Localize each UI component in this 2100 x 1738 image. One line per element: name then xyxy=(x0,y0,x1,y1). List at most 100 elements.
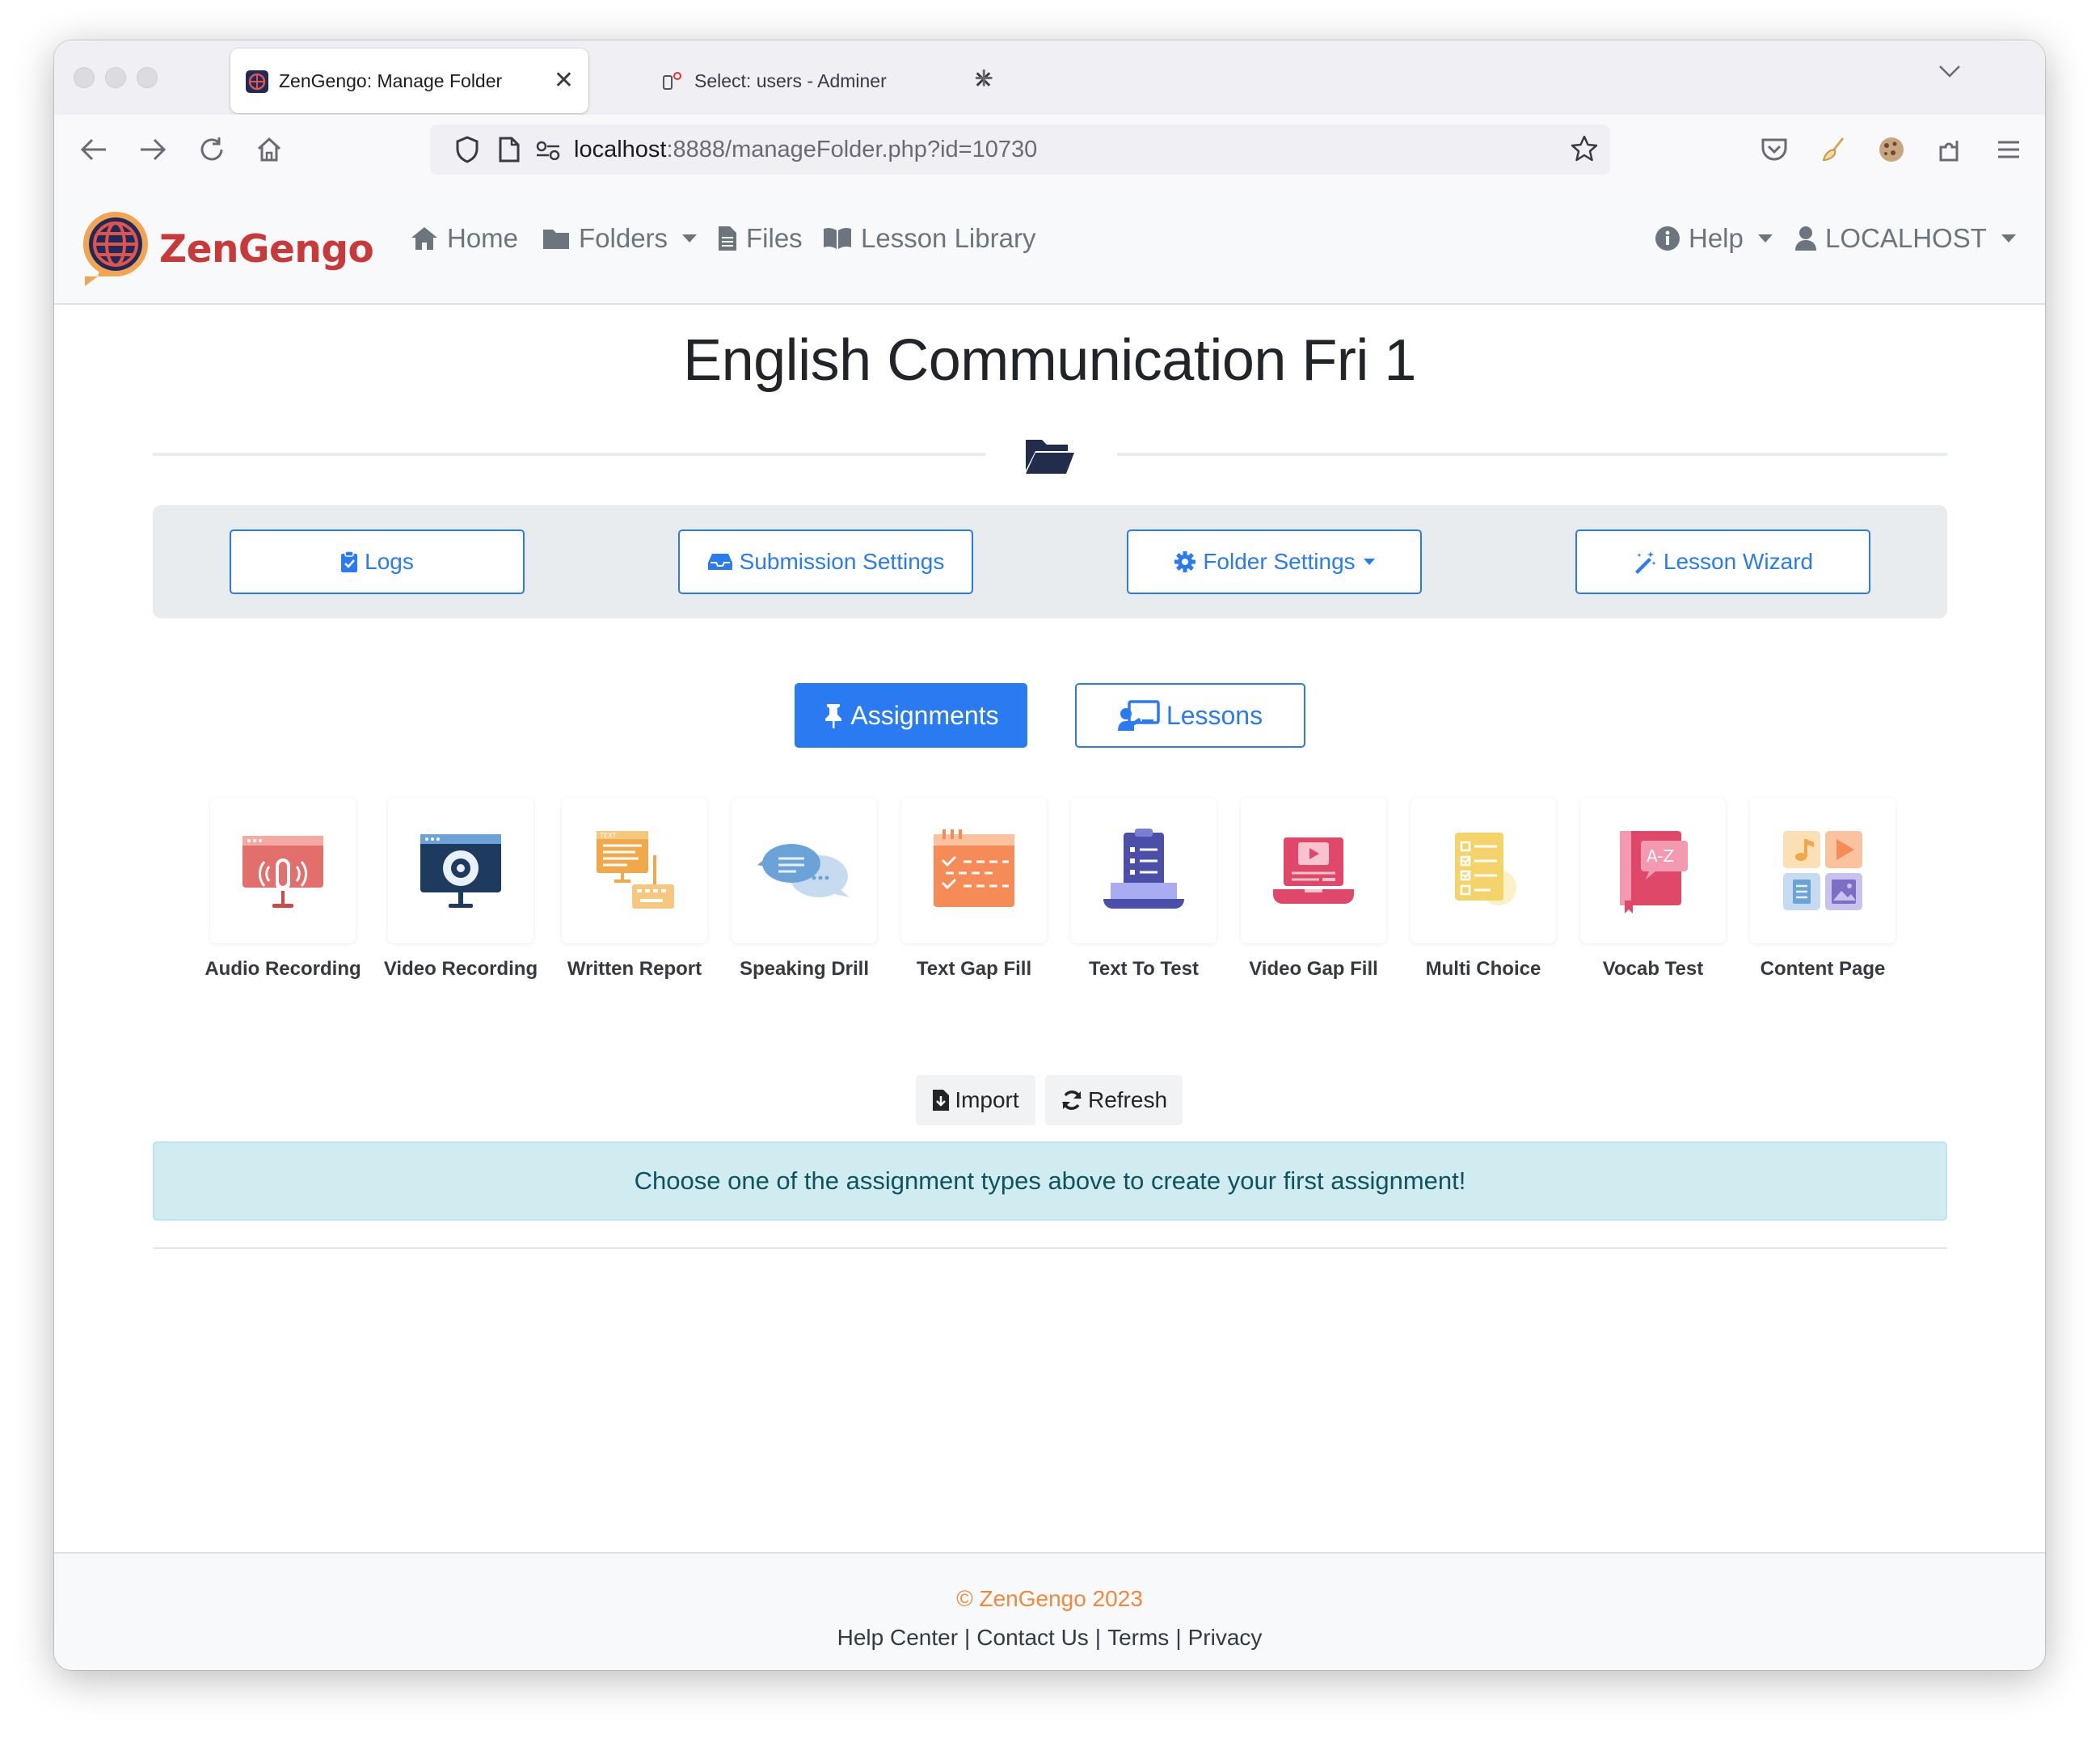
nav-folders[interactable]: Folders xyxy=(542,223,698,254)
caret-down-icon xyxy=(1757,234,1773,243)
nav-lesson-library-label: Lesson Library xyxy=(861,223,1036,253)
folder-actions-panel: Logs Submission Settings Folder Settings… xyxy=(153,505,1947,618)
footer-separator: | xyxy=(1094,1625,1102,1650)
svg-text:TEXT: TEXT xyxy=(599,832,616,839)
clipboard-check-icon xyxy=(341,551,358,572)
content-page-tile[interactable] xyxy=(1750,798,1895,943)
page-icon[interactable] xyxy=(498,136,521,167)
zoom-window-button[interactable] xyxy=(137,67,158,88)
file-icon xyxy=(719,226,736,251)
footer-link-terms[interactable]: Terms xyxy=(1107,1625,1169,1650)
refresh-button[interactable]: Refresh xyxy=(1045,1075,1183,1125)
nav-help-label: Help xyxy=(1689,223,1744,253)
text-gap-fill-tile[interactable] xyxy=(901,798,1047,943)
import-label: Import xyxy=(955,1087,1019,1112)
video-gap-fill-label[interactable]: Video Gap Fill xyxy=(1217,958,1411,981)
menu-icon[interactable] xyxy=(1988,129,2029,170)
extension-broom-icon[interactable] xyxy=(1813,129,1853,170)
chevron-down-icon[interactable] xyxy=(1938,63,1962,83)
new-tab-icon[interactable]: + xyxy=(974,60,994,95)
audio-recording-label[interactable]: Audio Recording xyxy=(186,958,380,981)
home-icon[interactable] xyxy=(249,129,289,170)
nav-folders-label: Folders xyxy=(579,223,668,253)
lessons-tab-button[interactable]: Lessons xyxy=(1075,683,1305,748)
url-host: localhost xyxy=(574,137,667,162)
assignments-tab-button[interactable]: Assignments xyxy=(795,683,1027,748)
lesson-wizard-button[interactable]: Lesson Wizard xyxy=(1575,529,1870,594)
content-page-label[interactable]: Content Page xyxy=(1726,958,1920,981)
nav-home[interactable]: Home xyxy=(410,223,518,254)
webcam-icon xyxy=(420,834,501,908)
content-divider xyxy=(153,1247,1947,1249)
logs-button[interactable]: Logs xyxy=(230,529,525,594)
speaking-drill-label[interactable]: Speaking Drill xyxy=(707,958,901,981)
close-window-button[interactable] xyxy=(74,67,95,88)
submission-settings-label: Submission Settings xyxy=(739,549,945,574)
audio-recording-tile[interactable] xyxy=(210,798,356,943)
footer-link-help-center[interactable]: Help Center xyxy=(837,1625,958,1650)
pocket-icon[interactable] xyxy=(1754,129,1794,170)
submission-settings-button[interactable]: Submission Settings xyxy=(678,529,973,594)
reload-icon[interactable] xyxy=(192,129,232,170)
clipboard-laptop-icon xyxy=(1103,829,1184,909)
footer: © ZenGengo 2023 Help Center | Contact Us | T… xyxy=(54,1552,2045,1670)
video-recording-tile[interactable] xyxy=(388,798,533,943)
url-text[interactable]: localhost:8888/manageFolder.php?id=10730 xyxy=(574,124,1037,175)
close-tab-icon[interactable]: ✕ xyxy=(554,65,574,97)
back-icon[interactable] xyxy=(74,129,114,170)
url-bar[interactable]: localhost:8888/manageFolder.php?id=10730 xyxy=(430,124,1610,175)
import-button[interactable]: Import xyxy=(916,1075,1035,1125)
nav-user-label: LOCALHOST xyxy=(1825,223,1987,253)
vocab-test-tile[interactable]: A-Z xyxy=(1580,798,1726,943)
forward-icon[interactable] xyxy=(133,129,173,170)
footer-links: Help Center | Contact Us | Terms | Privacy xyxy=(54,1625,2045,1651)
vocab-test-label[interactable]: Vocab Test xyxy=(1556,958,1750,981)
permissions-icon[interactable] xyxy=(535,141,561,164)
nav-user[interactable]: LOCALHOST xyxy=(1794,223,2016,254)
lessons-label: Lessons xyxy=(1166,700,1263,730)
multi-choice-tile[interactable] xyxy=(1411,798,1556,943)
page-title: English Communication Fri 1 xyxy=(683,328,1416,393)
folder-settings-button[interactable]: Folder Settings xyxy=(1127,529,1422,594)
footer-separator: | xyxy=(964,1625,971,1650)
video-recording-label[interactable]: Video Recording xyxy=(364,958,558,981)
footer-link-privacy[interactable]: Privacy xyxy=(1188,1625,1263,1650)
nav-help[interactable]: Help xyxy=(1655,223,1773,254)
browser-window: ZenGengo: Manage Folder ✕ Select: users … xyxy=(54,40,2045,1670)
text-to-test-tile[interactable] xyxy=(1071,798,1217,943)
divider-right xyxy=(1117,453,1947,456)
nav-files[interactable]: Files xyxy=(717,223,803,254)
shield-icon[interactable] xyxy=(454,135,480,168)
tab-adminer[interactable]: Select: users - Adminer ✕ xyxy=(604,49,1008,113)
file-import-icon xyxy=(933,1090,950,1111)
adminer-favicon-icon xyxy=(662,71,685,96)
a-z-book-icon: A-Z xyxy=(1620,831,1688,913)
footer-link-contact-us[interactable]: Contact Us xyxy=(976,1625,1089,1650)
star-icon[interactable] xyxy=(1570,134,1599,167)
extensions-icon[interactable] xyxy=(1931,129,1971,170)
video-gap-fill-tile[interactable] xyxy=(1241,798,1386,943)
multi-choice-label[interactable]: Multi Choice xyxy=(1386,958,1580,981)
video-laptop-icon xyxy=(1273,837,1354,904)
user-icon xyxy=(1795,226,1816,251)
globe-speech-logo-icon xyxy=(80,209,151,290)
written-report-tile[interactable]: TEXT xyxy=(562,798,707,943)
info-circle-icon xyxy=(1655,226,1680,251)
written-report-label[interactable]: Written Report xyxy=(538,958,732,981)
site-navbar: ZenGengo Home Folders Files Lesson Libra… xyxy=(54,186,2045,305)
svg-text:A-Z: A-Z xyxy=(1647,846,1674,866)
gap-fill-icon xyxy=(934,829,1014,907)
folder-settings-label: Folder Settings xyxy=(1203,549,1356,574)
tab-zengengo[interactable]: ZenGengo: Manage Folder ✕ xyxy=(230,49,588,113)
text-gap-fill-label[interactable]: Text Gap Fill xyxy=(877,958,1071,981)
cookie-icon[interactable] xyxy=(1871,129,1912,170)
tab-title: ZenGengo: Manage Folder xyxy=(279,70,503,91)
checklist-icon xyxy=(1455,833,1516,905)
minimize-window-button[interactable] xyxy=(105,67,126,88)
speaking-drill-tile[interactable] xyxy=(732,798,877,943)
brand-name: ZenGengo xyxy=(159,227,374,272)
nav-lesson-library[interactable]: Lesson Library xyxy=(822,223,1035,254)
brand-logo[interactable]: ZenGengo xyxy=(80,209,374,290)
text-to-test-label[interactable]: Text To Test xyxy=(1047,958,1241,981)
speech-bubbles-icon xyxy=(757,844,850,897)
